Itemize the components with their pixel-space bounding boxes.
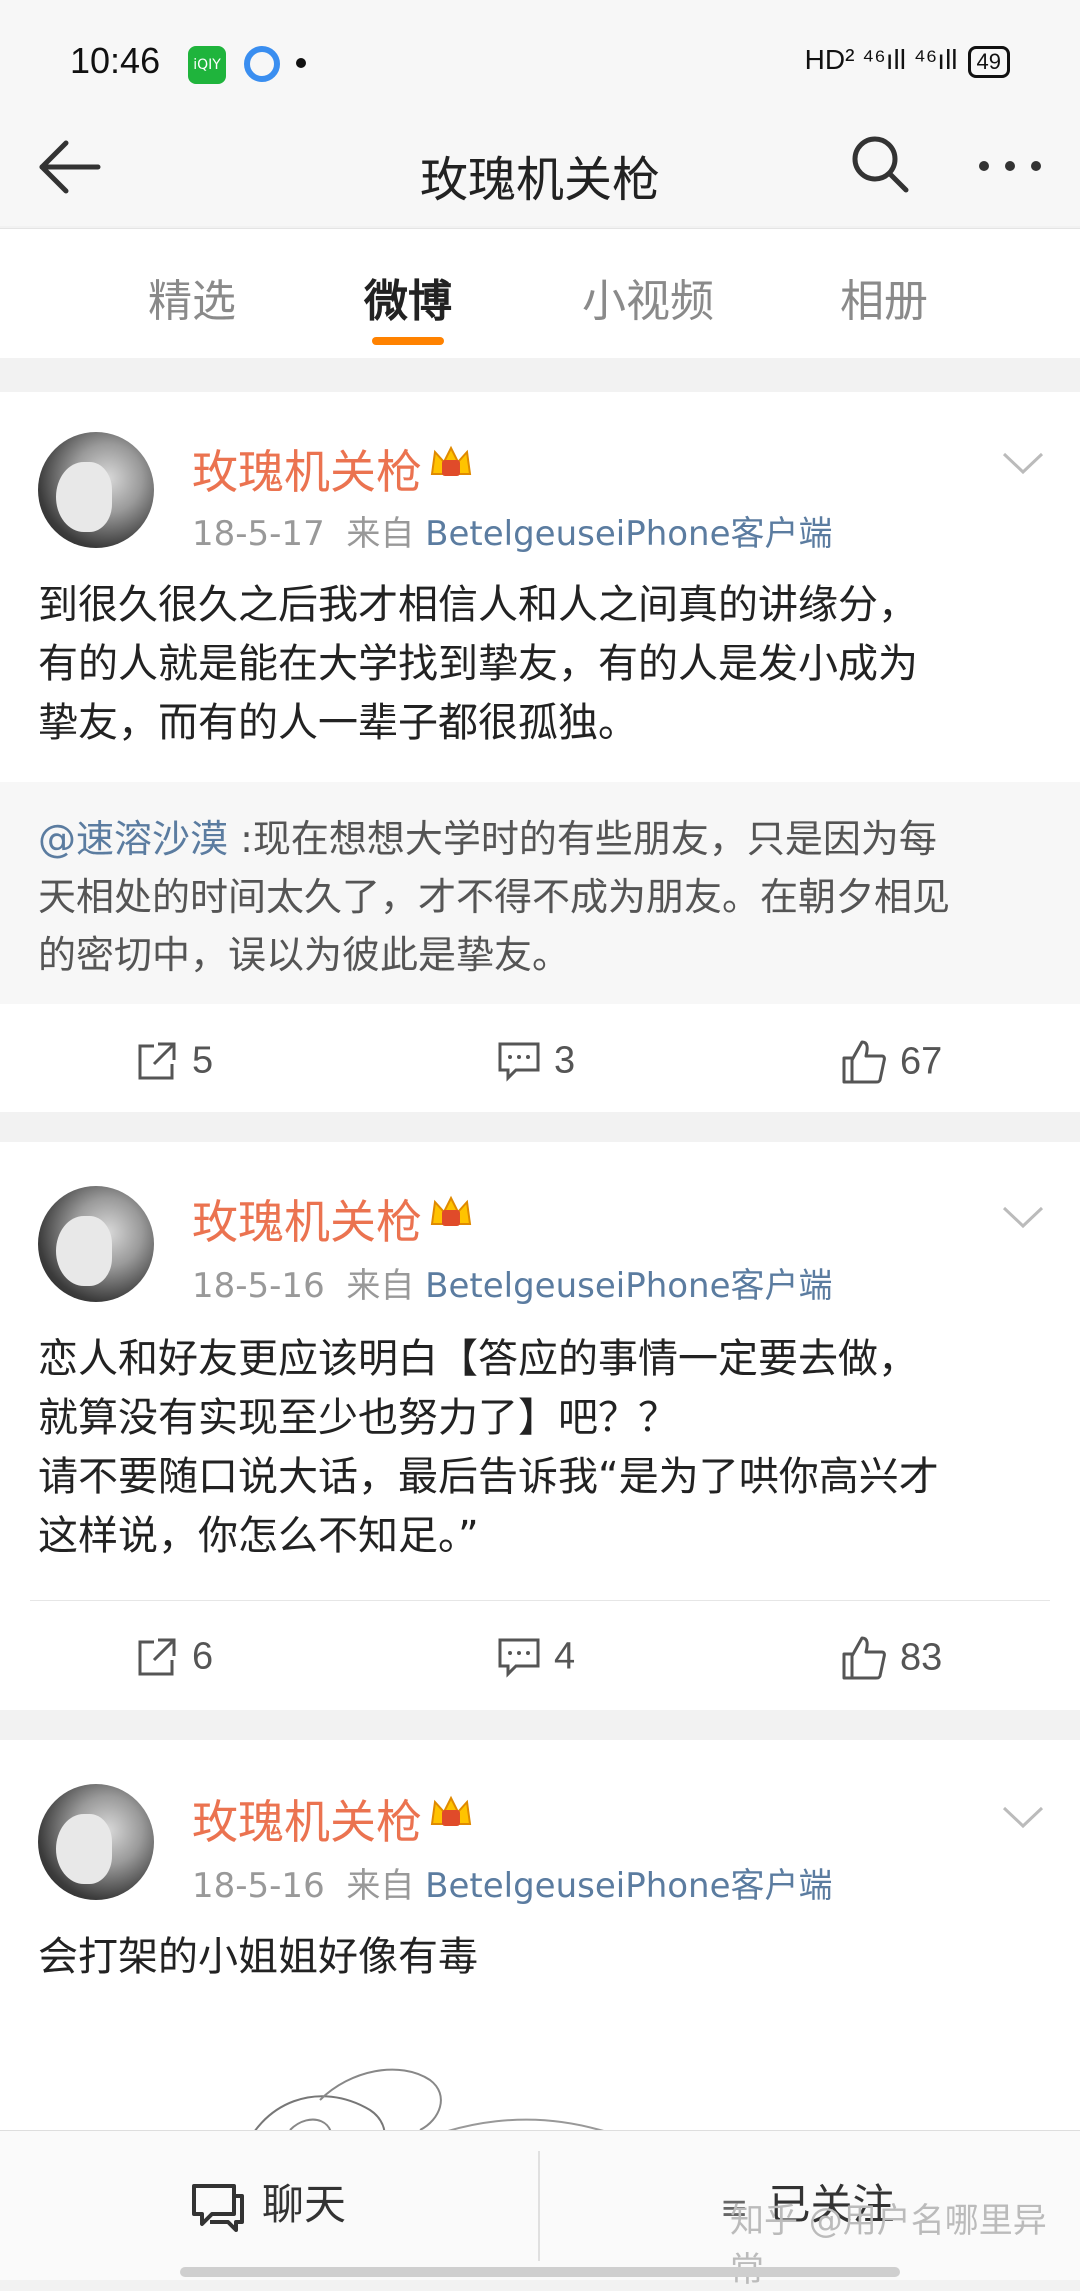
tab-albums[interactable]: 相册 — [840, 265, 928, 329]
post-text: 恋人和好友更应该明白【答应的事情一定要去做， 就算没有实现至少也努力了】吧？？ … — [38, 1330, 1048, 1566]
mention-link[interactable]: @速溶沙漠 — [38, 817, 228, 861]
status-time: 10:46 — [70, 40, 161, 81]
post-date: 18-5-17 — [192, 514, 325, 554]
post-card[interactable]: 玫瑰机关枪 18-5-17 来自 BetelgeuseiPhone客户端 到很久… — [0, 392, 1080, 1112]
divider — [30, 1600, 1050, 1601]
post-text-line: 就算没有实现至少也努力了】吧？？ — [38, 1395, 678, 1441]
nav-bar: 玫瑰机关枪 — [0, 110, 1080, 226]
repost-text-line: 的密切中，误以为彼此是挚友。 — [38, 933, 571, 977]
divider — [538, 2151, 540, 2261]
username[interactable]: 玫瑰机关枪 — [192, 1786, 422, 1852]
avatar[interactable] — [38, 1784, 154, 1900]
bottom-bar: 聊天 ≡已关注 知乎 @用户名哪里异常 — [0, 2130, 1080, 2290]
vip-crown-icon — [430, 1195, 472, 1226]
comment-icon — [498, 1042, 540, 1082]
post-text-line: 恋人和好友更应该明白【答应的事情一定要去做， — [38, 1336, 918, 1382]
post-actions: 6 4 83 — [0, 1608, 1080, 1708]
comment-count: 4 — [554, 1635, 576, 1678]
post-source[interactable]: BetelgeuseiPhone客户端 — [425, 514, 832, 554]
comment-icon — [498, 1638, 540, 1678]
post-text-line: 会打架的小姐姐好像有毒 — [38, 1934, 478, 1980]
iqiyi-app-icon: iQIY — [188, 46, 226, 84]
username[interactable]: 玫瑰机关枪 — [192, 1186, 422, 1252]
like-count: 83 — [900, 1636, 943, 1679]
post-date: 18-5-16 — [192, 1866, 325, 1906]
profile-tabs: 精选 微博 小视频 相册 — [0, 228, 1080, 358]
like-button[interactable]: 67 — [840, 1038, 942, 1088]
post-text-line: 有的人就是能在大学找到挚友，有的人是发小成为 — [38, 641, 918, 687]
thumbs-up-icon — [842, 1636, 886, 1680]
browser-app-icon — [244, 46, 280, 82]
chat-icon — [192, 2183, 244, 2232]
repost-button[interactable]: 6 — [134, 1634, 213, 1684]
comment-button[interactable]: 4 — [496, 1634, 575, 1684]
repost-text-line: 天相处的时间太久了，才不得不成为朋友。在朝夕相见 — [38, 875, 951, 919]
post-text: 会打架的小姐姐好像有毒 — [38, 1928, 1048, 1987]
more-icon[interactable] — [970, 132, 1050, 196]
username[interactable]: 玫瑰机关枪 — [192, 436, 422, 502]
signal-text: HD² ⁴⁶ıll ⁴⁶ıll — [804, 44, 958, 75]
repost-box[interactable]: @速溶沙漠 :现在想想大学时的有些朋友，只是因为每 天相处的时间太久了，才不得不… — [0, 782, 1080, 1004]
page-title: 玫瑰机关枪 — [419, 152, 660, 208]
chat-button[interactable]: 聊天 — [190, 2171, 346, 2234]
post-meta: 18-5-17 来自 BetelgeuseiPhone客户端 — [192, 506, 833, 555]
chevron-down-icon[interactable] — [1000, 1202, 1046, 1232]
comment-count: 3 — [554, 1039, 576, 1082]
chevron-down-icon[interactable] — [1000, 448, 1046, 478]
share-icon — [138, 1638, 176, 1676]
post-card[interactable]: 玫瑰机关枪 18-5-16 来自 BetelgeuseiPhone客户端 恋人和… — [0, 1142, 1080, 1710]
tab-short-videos[interactable]: 小视频 — [582, 265, 714, 329]
chevron-down-icon[interactable] — [1000, 1802, 1046, 1832]
tab-featured[interactable]: 精选 — [148, 265, 236, 329]
search-icon[interactable] — [848, 132, 912, 196]
from-label: 来自 — [346, 1266, 415, 1306]
post-meta: 18-5-16 来自 BetelgeuseiPhone客户端 — [192, 1858, 833, 1907]
like-count: 67 — [900, 1040, 943, 1083]
post-source[interactable]: BetelgeuseiPhone客户端 — [425, 1266, 832, 1306]
post-meta: 18-5-16 来自 BetelgeuseiPhone客户端 — [192, 1258, 833, 1307]
share-icon — [138, 1042, 176, 1080]
repost-count: 6 — [192, 1635, 214, 1678]
battery-icon: 49 — [967, 45, 1010, 78]
repost-count: 5 — [192, 1039, 214, 1082]
post-source[interactable]: BetelgeuseiPhone客户端 — [425, 1866, 832, 1906]
post-text-line: 请不要随口说大话，最后告诉我“是为了哄你高兴才 — [38, 1454, 939, 1500]
comment-button[interactable]: 3 — [496, 1038, 575, 1088]
post-text-line: 这样说，你怎么不知足。” — [38, 1513, 479, 1559]
active-tab-indicator — [372, 337, 444, 345]
post-date: 18-5-16 — [192, 1266, 325, 1306]
vip-crown-icon — [430, 1795, 472, 1826]
tab-weibo[interactable]: 微博 — [364, 265, 452, 329]
repost-text-line: :现在想想大学时的有些朋友，只是因为每 — [228, 817, 937, 861]
status-indicators: HD² ⁴⁶ıll ⁴⁶ıll 49 — [805, 44, 1010, 78]
vip-crown-icon — [430, 445, 472, 476]
avatar[interactable] — [38, 1186, 154, 1302]
post-actions: 5 3 67 — [0, 1012, 1080, 1112]
avatar[interactable] — [38, 432, 154, 548]
repost-button[interactable]: 5 — [134, 1038, 213, 1088]
repost-text: @速溶沙漠 :现在想想大学时的有些朋友，只是因为每 天相处的时间太久了，才不得不… — [38, 810, 1048, 984]
chat-label: 聊天 — [262, 2180, 347, 2229]
post-text-line: 到很久很久之后我才相信人和人之间真的讲缘分， — [38, 582, 918, 628]
notification-dot-icon — [296, 58, 306, 68]
home-indicator[interactable] — [180, 2267, 900, 2277]
post-text: 到很久很久之后我才相信人和人之间真的讲缘分， 有的人就是能在大学找到挚友，有的人… — [38, 576, 1048, 753]
thumbs-up-icon — [842, 1040, 886, 1084]
like-button[interactable]: 83 — [840, 1634, 942, 1684]
from-label: 来自 — [346, 1866, 415, 1906]
post-text-line: 挚友，而有的人一辈子都很孤独。 — [38, 700, 638, 746]
from-label: 来自 — [346, 514, 415, 554]
